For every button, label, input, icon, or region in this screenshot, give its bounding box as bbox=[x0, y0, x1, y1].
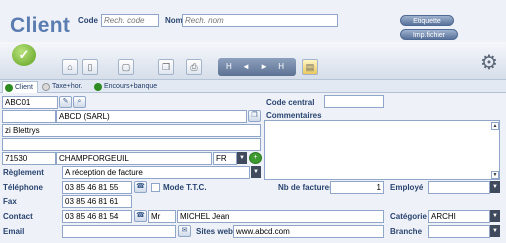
status-dot-icon bbox=[94, 83, 102, 91]
sites-web-label: Sites web bbox=[196, 227, 233, 236]
categorie-select[interactable]: ARCHI bbox=[428, 210, 490, 223]
nom-label: Nom bbox=[165, 16, 183, 25]
chevron-down-icon[interactable]: ▼ bbox=[237, 152, 247, 164]
tab-bar: Client Taxe+hor. Encours+banque bbox=[0, 80, 506, 93]
code-central-field[interactable] bbox=[324, 95, 384, 108]
tab-label: Encours+banque bbox=[104, 83, 158, 90]
address-line2-field[interactable] bbox=[2, 138, 261, 151]
print-icon[interactable]: ⎙ bbox=[186, 59, 202, 75]
record-navigation[interactable]: H ◄ ► H bbox=[218, 58, 296, 76]
email-field[interactable] bbox=[62, 225, 176, 238]
contact-label: Contact bbox=[3, 212, 33, 221]
commentaires-textarea[interactable]: ▲ ▼ bbox=[264, 120, 500, 180]
note-icon[interactable]: ▤ bbox=[302, 59, 318, 75]
app-title: Client bbox=[10, 14, 71, 37]
chevron-down-icon[interactable]: ▼ bbox=[251, 166, 261, 178]
tab-label: Taxe+hor. bbox=[52, 83, 83, 90]
branche-select[interactable] bbox=[428, 225, 490, 238]
edit-icon[interactable]: ✎ bbox=[59, 96, 72, 108]
telephone-label: Téléphone bbox=[3, 183, 44, 192]
branche-label: Branche bbox=[390, 227, 423, 236]
telephone-field[interactable]: 03 85 46 81 55 bbox=[62, 181, 132, 194]
mode-ttc-label: Mode T.T.C. bbox=[163, 183, 207, 192]
document-icon[interactable]: ▯ bbox=[82, 59, 98, 75]
postal-code-field[interactable]: 71530 bbox=[2, 152, 56, 165]
phone-dial-icon[interactable]: ☎ bbox=[134, 210, 147, 222]
add-icon[interactable]: + bbox=[249, 152, 262, 164]
phone-dial-icon[interactable]: ☎ bbox=[134, 181, 147, 193]
chevron-down-icon[interactable]: ▼ bbox=[490, 210, 500, 222]
fax-label: Fax bbox=[3, 197, 17, 206]
employe-label: Employé bbox=[390, 183, 424, 192]
country-select[interactable]: FR bbox=[213, 152, 237, 165]
chevron-down-icon[interactable]: ▼ bbox=[490, 225, 500, 237]
copy-name-icon[interactable]: ❐ bbox=[248, 110, 261, 122]
reglement-select[interactable]: A réception de facture bbox=[62, 166, 250, 179]
employe-select[interactable] bbox=[428, 181, 490, 194]
nom-search-input[interactable]: Rech. nom bbox=[182, 14, 338, 27]
gear-icon[interactable]: ⚙ bbox=[478, 52, 500, 74]
status-dot-icon bbox=[5, 84, 13, 92]
tab-taxe-hor[interactable]: Taxe+hor. bbox=[40, 81, 90, 93]
tab-client[interactable]: Client bbox=[2, 81, 38, 93]
mail-icon[interactable]: ✉ bbox=[178, 225, 191, 237]
checkmark-logo-icon: ✓ bbox=[12, 44, 36, 66]
code-search-input[interactable]: Rech. code bbox=[101, 14, 159, 27]
mode-ttc-checkbox[interactable] bbox=[151, 183, 160, 192]
search-icon[interactable]: ⌕ bbox=[73, 96, 86, 108]
reglement-label: Règlement bbox=[3, 168, 44, 177]
nb-factures-field: 1 bbox=[330, 181, 384, 194]
header-bar: Client Code Rech. code Nom Rech. nom Eti… bbox=[0, 0, 506, 42]
chevron-down-icon[interactable]: ▼ bbox=[490, 181, 500, 193]
website-field[interactable]: www.abcd.com bbox=[233, 225, 384, 238]
page-icon[interactable]: ▢ bbox=[118, 59, 134, 75]
code-central-label: Code central bbox=[266, 98, 315, 107]
email-label: Email bbox=[3, 227, 25, 236]
fax-field[interactable]: 03 85 46 81 61 bbox=[62, 195, 132, 208]
address-line1-field[interactable]: zi Blettrys bbox=[2, 124, 261, 137]
nb-factures-label: Nb de factures bbox=[278, 183, 334, 192]
contact-phone-field[interactable]: 03 85 46 81 54 bbox=[62, 210, 132, 223]
scroll-down-icon[interactable]: ▼ bbox=[491, 171, 499, 179]
company-prefix-field[interactable] bbox=[2, 110, 56, 123]
client-form: ABC01 ✎ ⌕ ABCD (SARL) ❐ zi Blettrys 7153… bbox=[0, 93, 506, 243]
lock-icon[interactable]: ⌂ bbox=[62, 59, 78, 75]
tab-encours-banque[interactable]: Encours+banque bbox=[92, 81, 164, 93]
toolbar: ✓ ⌂ ▯ ▢ ❐ ⎙ H ◄ ► H ▤ ⚙ bbox=[0, 42, 506, 80]
tab-label: Client bbox=[15, 84, 33, 91]
company-name-field[interactable]: ABCD (SARL) bbox=[56, 110, 247, 123]
code-label: Code bbox=[78, 16, 98, 25]
commentaires-label: Commentaires bbox=[266, 111, 322, 120]
etiquette-button[interactable]: Etiquette bbox=[400, 15, 454, 26]
categorie-label: Catégorie bbox=[390, 212, 427, 221]
client-code-field[interactable]: ABC01 bbox=[2, 96, 58, 109]
imp-fichier-button[interactable]: Imp.fichier bbox=[400, 29, 458, 40]
scroll-up-icon[interactable]: ▲ bbox=[491, 122, 499, 130]
contact-civility-field[interactable]: Mr bbox=[148, 210, 176, 223]
contact-name-field[interactable]: MICHEL Jean bbox=[177, 210, 384, 223]
status-dot-icon bbox=[42, 83, 50, 91]
copy-icon[interactable]: ❐ bbox=[158, 59, 174, 75]
city-field[interactable]: CHAMPFORGEUIL bbox=[56, 152, 212, 165]
